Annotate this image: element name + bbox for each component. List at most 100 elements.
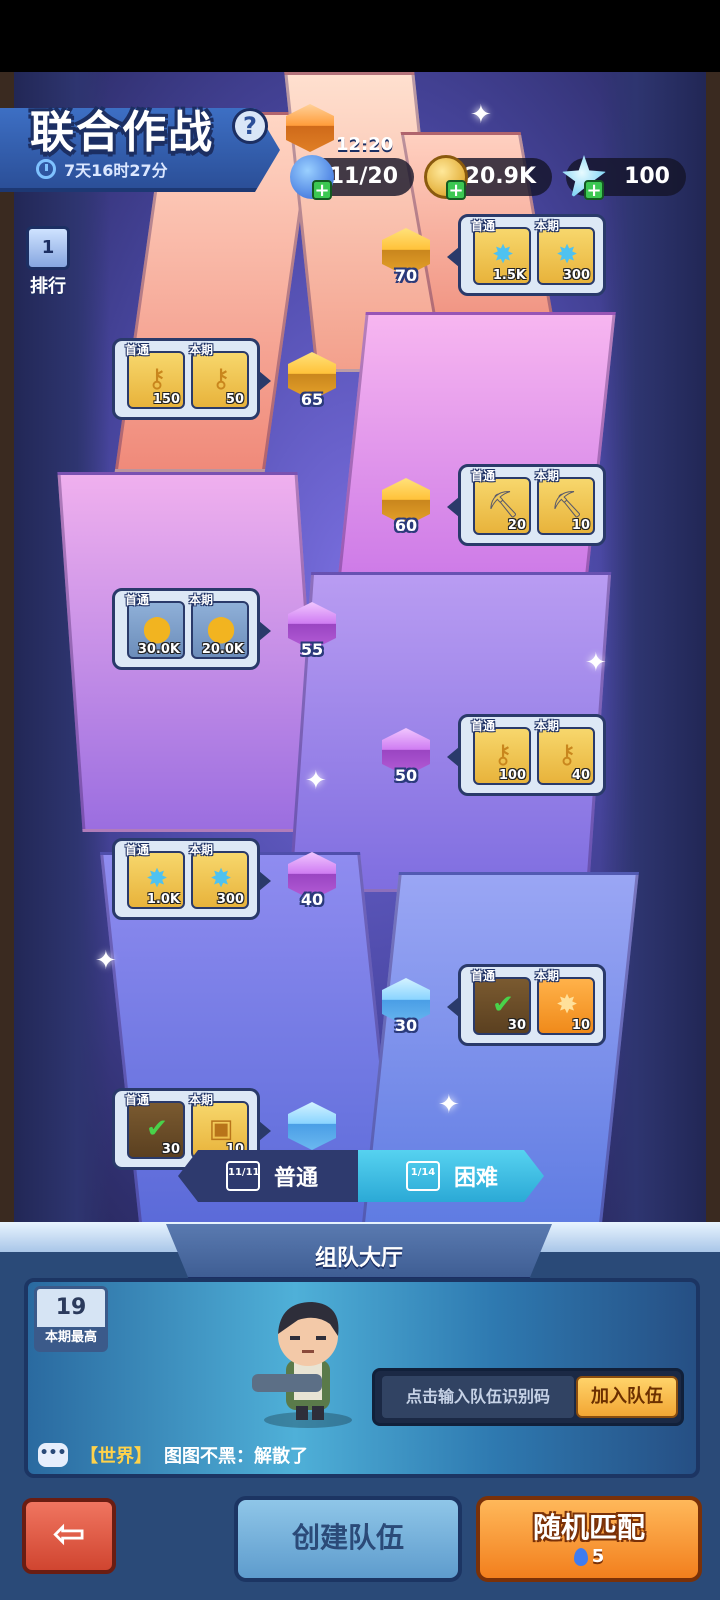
gold-key-icon: ⚷ <box>557 740 577 770</box>
reward-bubble[interactable]: 首通 ✔ 30 本期 ✸ 10 <box>447 964 606 1046</box>
frame-left <box>0 72 14 1232</box>
reward-slot: 首通 ⛏ 20 <box>471 469 531 535</box>
first-clear-label: 首通 <box>125 1093 150 1107</box>
normal-progress: 11/11 <box>226 1161 260 1191</box>
blue-crystal-icon: ✸ <box>146 864 168 894</box>
reward-count: 1.0K <box>146 892 180 907</box>
orange-cube-icon <box>286 104 334 152</box>
check-scroll-icon: ✔ <box>146 1114 168 1144</box>
hard-progress: 1/14 <box>406 1161 440 1191</box>
reward-count: 40 <box>571 768 590 783</box>
reward-bubble[interactable]: 首通 ⚷ 150 本期 ⚷ 50 <box>112 338 271 420</box>
level-number: 70 <box>394 266 418 285</box>
reward-bubble[interactable]: 首通 ✸ 1.5K 本期 ✸ 300 <box>447 214 606 296</box>
reward-bubble[interactable]: 首通 ⛏ 20 本期 ⛏ 10 <box>447 464 606 546</box>
world-chat-line[interactable]: ••• 【世界】 图图不黑：解散了 <box>38 1440 308 1470</box>
level-node-55[interactable]: 55 <box>286 602 338 659</box>
stopwatch-icon <box>36 159 56 179</box>
reward-count: 100 <box>498 768 526 783</box>
chat-channel: 【世界】 <box>80 1446 152 1467</box>
gold-coin-icon: ⬤ <box>142 614 172 644</box>
energy-drop-icon <box>573 1547 588 1566</box>
level-node-top[interactable] <box>284 104 336 156</box>
season-best-value: 19 <box>55 1295 87 1320</box>
energy-value: 11/20 <box>328 164 398 189</box>
level-node-60[interactable]: 60 <box>380 478 432 535</box>
sparkle-icon: ✦ <box>438 1090 460 1120</box>
timer-text: 7天16时27分 <box>64 161 168 180</box>
reward-slot: 首通 ⬤ 30.0K <box>125 593 185 659</box>
help-icon[interactable]: ? <box>232 108 268 144</box>
reward-count: 30 <box>161 1142 180 1157</box>
reward-bubble[interactable]: 首通 ⚷ 100 本期 ⚷ 40 <box>447 714 606 796</box>
reward-count: 150 <box>152 392 180 407</box>
reward-slot: 首通 ✸ 1.5K <box>471 219 531 285</box>
rank-button[interactable]: 1 排行 <box>24 226 72 298</box>
random-match-button[interactable]: 随机匹配 5 <box>476 1496 702 1582</box>
reward-slot: 首通 ⚷ 100 <box>471 719 531 785</box>
first-clear-label: 首通 <box>471 719 496 733</box>
reward-count: 50 <box>225 392 244 407</box>
level-number: 55 <box>300 640 324 659</box>
match-cost-value: 5 <box>591 1546 605 1567</box>
create-team-button[interactable]: 创建队伍 <box>234 1496 462 1582</box>
chat-message: 图图不黑：解散了 <box>164 1446 308 1467</box>
gold-key-icon: ⚷ <box>147 364 167 394</box>
level-node-bottom[interactable] <box>286 1102 338 1154</box>
level-node-40[interactable]: 40 <box>286 852 338 909</box>
tab-hard[interactable]: 1/14 困难 <box>358 1150 544 1202</box>
level-number: 30 <box>394 1016 418 1035</box>
level-number: 60 <box>394 516 418 535</box>
crystal-value: 100 <box>624 164 670 189</box>
add-energy-icon[interactable]: + <box>312 180 332 200</box>
game-screen: ✦ ✦ ✦ ✦ ✦ 联合作战 ? 7天16时27分 1 排行 12:20 11/… <box>0 0 720 1600</box>
sparkle-icon: ✦ <box>470 100 492 130</box>
match-cost: 5 <box>480 1546 698 1567</box>
first-clear-label: 首通 <box>471 469 496 483</box>
reward-count: 300 <box>216 892 244 907</box>
reward-count: 10 <box>571 1018 590 1033</box>
join-team-button[interactable]: 加入队伍 <box>576 1376 678 1418</box>
period-label: 本期 <box>535 469 560 483</box>
level-number: 65 <box>300 390 324 409</box>
reward-count: 10 <box>571 518 590 533</box>
level-node-30[interactable]: 30 <box>380 978 432 1035</box>
reward-bubble[interactable]: 首通 ✸ 1.0K 本期 ✸ 300 <box>112 838 271 920</box>
reward-bubble[interactable]: 首通 ⬤ 30.0K 本期 ⬤ 20.0K <box>112 588 271 670</box>
level-number: 50 <box>394 766 418 785</box>
team-code-input[interactable]: 点击输入队伍识别码 <box>382 1376 574 1418</box>
page-title: 联合作战 <box>30 107 214 158</box>
level-node-50[interactable]: 50 <box>380 728 432 785</box>
pickaxe-icon: ⛏ <box>486 490 520 520</box>
reward-count: 30.0K <box>137 642 180 657</box>
add-coin-icon[interactable]: + <box>446 180 466 200</box>
first-clear-label: 首通 <box>125 343 150 357</box>
reward-slot: 本期 ⛏ 10 <box>535 469 595 535</box>
blue-crystal-icon: ✸ <box>556 240 578 270</box>
trophy-icon: 1 <box>26 226 70 270</box>
reward-slot: 首通 ✔ 30 <box>471 969 531 1035</box>
event-timer: 7天16时27分 <box>36 157 168 181</box>
sparkle-icon: ✦ <box>305 766 327 796</box>
level-node-70[interactable]: 70 <box>380 228 432 285</box>
status-bar-area <box>0 0 720 72</box>
treasure-chest-icon: ▣ <box>208 1114 234 1144</box>
back-button[interactable]: ⇦ <box>22 1498 116 1574</box>
level-number: 40 <box>300 890 324 909</box>
hero-character <box>252 1302 352 1428</box>
reward-slot: 首通 ⚷ 150 <box>125 343 185 409</box>
frame-right <box>706 72 720 1232</box>
period-label: 本期 <box>535 719 560 733</box>
crystal-cave-map: ✦ ✦ ✦ ✦ ✦ <box>0 72 720 1232</box>
level-node-65[interactable]: 65 <box>286 352 338 409</box>
reward-slot: 本期 ✸ 300 <box>189 843 249 909</box>
tab-hard-label: 困难 <box>454 1166 499 1191</box>
reward-count: 20.0K <box>201 642 244 657</box>
add-crystal-icon[interactable]: + <box>584 180 604 200</box>
period-label: 本期 <box>189 843 214 857</box>
pickaxe-icon: ⛏ <box>550 490 584 520</box>
reward-count: 20 <box>507 518 526 533</box>
tab-normal[interactable]: 11/11 普通 <box>178 1150 368 1202</box>
reward-slot: 本期 ✸ 300 <box>535 219 595 285</box>
gold-key-icon: ⚷ <box>211 364 231 394</box>
